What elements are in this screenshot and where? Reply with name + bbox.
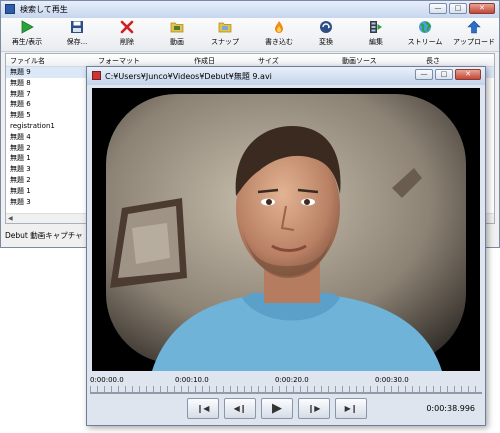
player-window: C:¥Users¥Junco¥Videos¥Debut¥無題 9.avi — □…	[86, 66, 486, 426]
timeline[interactable]: 0:00:00.0 0:00:10.0 0:00:20.0 0:00:30.0	[90, 375, 482, 395]
step-forward-icon: ❙▶	[307, 404, 321, 413]
scroll-left-arrow-icon[interactable]: ◀	[8, 215, 13, 222]
player-minimize-button[interactable]: —	[415, 69, 433, 80]
convert-button[interactable]: 変換	[307, 20, 345, 49]
save-button[interactable]: 保存...	[57, 20, 97, 49]
timeline-label: 0:00:20.0	[275, 376, 309, 384]
convert-icon	[320, 21, 332, 33]
floppy-icon	[71, 21, 83, 33]
timeline-track[interactable]	[90, 392, 482, 394]
play-button[interactable]: ▶	[261, 398, 293, 419]
main-window-controls: — □ ✕	[429, 3, 495, 14]
play-icon: ▶	[272, 401, 282, 416]
play-view-button[interactable]: 再生/表示	[7, 20, 47, 49]
video-folder-icon	[170, 22, 184, 33]
upload-button[interactable]: アップロード	[451, 20, 497, 49]
convert-label: 変換	[319, 38, 333, 46]
col-video-source[interactable]: 動画ソース	[342, 56, 377, 66]
skip-back-icon: ❙◀	[196, 404, 210, 413]
upload-arrow-icon	[467, 20, 481, 34]
main-title-bar[interactable]: 検索して再生 — □ ✕	[1, 1, 499, 19]
close-button[interactable]: ✕	[469, 3, 495, 14]
step-forward-button[interactable]: ❙▶	[298, 398, 330, 419]
upload-label: アップロード	[453, 38, 495, 46]
delete-button[interactable]: 削除	[109, 20, 145, 49]
player-close-button[interactable]: ✕	[455, 69, 481, 80]
timeline-label: 0:00:10.0	[175, 376, 209, 384]
step-back-icon: ◀❙	[233, 404, 247, 413]
edit-label: 編集	[369, 38, 383, 46]
save-label: 保存...	[66, 38, 88, 46]
col-filename[interactable]: ファイル名	[10, 56, 45, 66]
skip-back-button[interactable]: ❙◀	[187, 398, 219, 419]
skip-forward-icon: ▶❙	[344, 404, 358, 413]
col-created[interactable]: 作成日	[194, 56, 215, 66]
stream-button[interactable]: ストリーム	[401, 20, 449, 49]
timeline-label: 0:00:30.0	[375, 376, 409, 384]
maximize-button[interactable]: □	[449, 3, 467, 14]
video-frame[interactable]	[92, 88, 480, 371]
col-length[interactable]: 長さ	[426, 56, 440, 66]
video-label: 動画	[170, 38, 184, 46]
col-format[interactable]: フォーマット	[98, 56, 140, 66]
delete-label: 削除	[120, 38, 134, 46]
snapshot-button[interactable]: スナップ	[203, 20, 247, 49]
playback-controls: ❙◀ ◀❙ ▶ ❙▶ ▶❙	[187, 398, 367, 419]
video-frame-image	[92, 88, 480, 371]
player-window-title: C:¥Users¥Junco¥Videos¥Debut¥無題 9.avi	[105, 72, 272, 81]
status-bar-text: Debut 動画キャプチャ	[5, 231, 83, 240]
play-view-label: 再生/表示	[11, 38, 43, 46]
burn-button[interactable]: 書き込む	[259, 20, 299, 49]
player-maximize-button[interactable]: □	[435, 69, 453, 80]
player-window-controls: — □ ✕	[415, 69, 481, 80]
app-floppy-icon	[5, 4, 15, 14]
col-size[interactable]: サイズ	[258, 56, 279, 66]
minimize-button[interactable]: —	[429, 3, 447, 14]
delete-x-icon	[120, 20, 134, 34]
snapshot-folder-icon	[218, 22, 232, 33]
stream-label: ストリーム	[407, 38, 443, 46]
skip-forward-button[interactable]: ▶❙	[335, 398, 367, 419]
time-readout: 0:00:38.996	[426, 404, 475, 413]
snapshot-label: スナップ	[211, 38, 239, 46]
play-icon	[21, 20, 34, 34]
video-button[interactable]: 動画	[159, 20, 195, 49]
burn-label: 書き込む	[265, 38, 293, 46]
globe-icon	[419, 21, 432, 33]
step-back-button[interactable]: ◀❙	[224, 398, 256, 419]
burn-flame-icon	[275, 21, 283, 33]
edit-film-icon	[370, 21, 382, 33]
edit-button[interactable]: 編集	[357, 20, 395, 49]
player-title-bar[interactable]: C:¥Users¥Junco¥Videos¥Debut¥無題 9.avi — □…	[87, 67, 485, 85]
timeline-label: 0:00:00.0	[90, 376, 124, 384]
main-window-title: 検索して再生	[20, 5, 68, 14]
toolbar: 再生/表示 保存... 削除 動画 スナップ 書き込む 変換 編集 ストリーム …	[1, 18, 499, 52]
player-app-icon	[92, 71, 101, 80]
